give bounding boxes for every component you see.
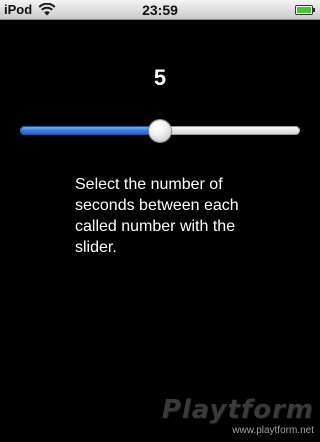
instructions-text: Select the number of seconds between eac… xyxy=(75,176,239,256)
watermark-url: www.playtform.net xyxy=(232,425,314,436)
app-screen: iPod 23:59 5 Select the number of second… xyxy=(0,0,320,442)
slider-thumb[interactable] xyxy=(149,120,171,142)
battery-icon xyxy=(295,5,315,15)
status-bar: iPod 23:59 xyxy=(0,0,320,20)
watermark-logo: Playtform xyxy=(161,395,314,425)
status-time: 23:59 xyxy=(142,2,178,18)
slider-track-fill xyxy=(20,126,160,135)
watermark: Playtform www.playtform.net xyxy=(154,396,314,436)
seconds-slider[interactable] xyxy=(20,119,300,143)
slider-value-label: 5 xyxy=(153,65,167,90)
